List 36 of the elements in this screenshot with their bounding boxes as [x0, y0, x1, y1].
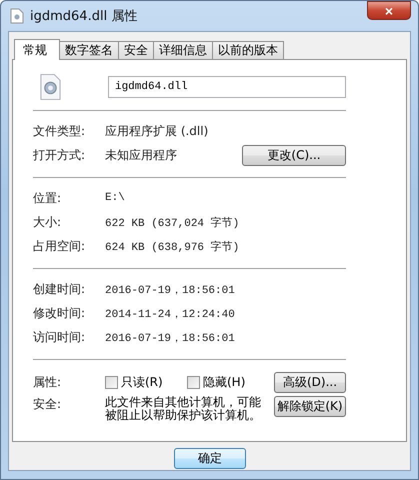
close-button[interactable]: × [367, 1, 411, 20]
window-title: igdmd64.dll 属性 [30, 8, 138, 25]
file-name-field[interactable]: igdmd64.dll [108, 76, 346, 98]
field-value: 2016-07-19，18:56:01 [105, 284, 235, 296]
change-button[interactable]: 更改(C)... [242, 144, 346, 166]
tab[interactable]: 以前的版本 [212, 41, 284, 59]
field-label: 位置: [33, 190, 62, 206]
field-label: 属性: [33, 374, 62, 390]
tab[interactable]: 常规 [14, 39, 60, 60]
checkbox[interactable] [187, 376, 200, 388]
file-icon [10, 8, 24, 24]
tab[interactable]: 数字签名 [59, 41, 119, 59]
advanced-button[interactable]: 高级(D)... [274, 372, 346, 392]
security-warning-text: 此文件来自其他计算机，可能被阻止以帮助保护该计算机。 [105, 396, 262, 422]
field-label: 修改时间: [33, 304, 86, 322]
checkbox-label: 隐藏(H) [203, 374, 246, 390]
checkbox-label: 只读(R) [121, 374, 163, 390]
field-value: 624 KB (638,976 字节) [105, 240, 240, 254]
field-value: 2014-11-24，12:24:40 [105, 308, 235, 320]
field-value: E:\ [105, 192, 125, 204]
ok-button[interactable]: 确定 [174, 448, 246, 469]
field-value: 2016-07-19，18:56:01 [105, 332, 235, 344]
field-label: 访问时间: [33, 328, 86, 346]
field-label: 打开方式: [33, 146, 86, 164]
field-label: 文件类型: [33, 122, 86, 140]
field-value: 未知应用程序 [105, 146, 177, 164]
field-value: 应用程序扩展 (.dll) [105, 122, 208, 140]
field-label: 占用空间: [33, 238, 86, 254]
checkbox[interactable] [105, 376, 118, 388]
unblock-button[interactable]: 解除锁定(K) [274, 396, 346, 417]
field-label: 创建时间: [33, 280, 86, 298]
field-label: 安全: [33, 396, 62, 413]
field-value: 622 KB (637,024 字节) [105, 216, 240, 230]
tab[interactable]: 详细信息 [153, 41, 213, 59]
field-label: 大小: [33, 214, 62, 230]
tab[interactable]: 安全 [118, 41, 154, 59]
